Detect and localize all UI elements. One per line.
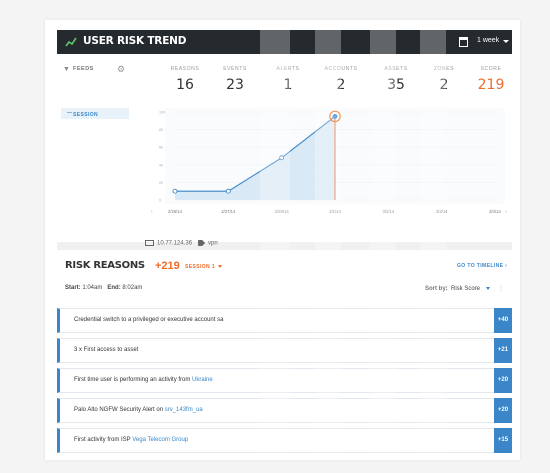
session-times: Start: 1:04am End: 8:02am: [65, 285, 143, 291]
header-title: USER RISK TREND: [83, 35, 187, 47]
go-to-timeline-link[interactable]: GO TO TIMELINE ›: [457, 263, 507, 269]
risk-reason-row[interactable]: 3 x First access to asset +21: [57, 338, 512, 363]
session-score: +219: [155, 260, 180, 272]
x-tick-label: 3/4/14: [489, 209, 501, 214]
more-icon[interactable]: ⋮: [498, 285, 504, 292]
reason-text: First time user is performing an activit…: [74, 377, 213, 383]
risk-reason-row[interactable]: Credential switch to a privileged or exe…: [57, 308, 512, 333]
risk-trend-chart: 0 20 40 60 80 100 2/26/14 2/27/14 2/28/14 3/1/14 3…: [151, 108, 507, 215]
user-risk-card: USER RISK TREND 1 week ▼ FEEDS ⚙ — SESSI…: [45, 20, 520, 460]
stat-value: 2: [336, 77, 346, 93]
monitor-icon: [145, 240, 154, 246]
stat-value: 23: [226, 77, 244, 93]
end-time: 8:02am: [122, 285, 143, 291]
reason-text: Credential switch to a privileged or exe…: [74, 317, 224, 323]
risk-reason-row[interactable]: First time user is performing an activit…: [57, 368, 512, 393]
sort-control[interactable]: Sort by: Risk Score ⋮: [425, 285, 504, 292]
gear-icon[interactable]: ⚙: [117, 64, 125, 75]
start-time: 1:04am: [82, 285, 103, 291]
reason-text: First activity from ISP Vega Telecom Gro…: [74, 437, 189, 443]
y-tick-label: 100: [159, 111, 165, 115]
country-link[interactable]: Ukraine: [192, 377, 213, 383]
stat-score: SCORE 219: [461, 66, 520, 93]
risk-reasons-title: RISK REASONS: [65, 260, 145, 271]
section-divider: [57, 242, 512, 250]
highlight-point: [332, 114, 338, 119]
time-range-select[interactable]: 1 week: [477, 37, 499, 44]
reason-text: Palo Alto NGFW Security Alert on srv_143…: [74, 407, 203, 413]
session-label: — SESSION: [67, 110, 99, 118]
asset-link[interactable]: srv_143fm_ua: [165, 407, 203, 413]
stat-key: SCORE: [480, 66, 502, 72]
stat-key: ACCOUNTS: [324, 66, 358, 72]
x-tick-label: 2/26/14: [168, 209, 183, 214]
reason-points: +15: [494, 428, 512, 453]
tag-label: vpn: [208, 240, 218, 247]
feeds-label: FEEDS: [73, 66, 94, 72]
y-tick-label: 0: [159, 199, 161, 203]
chevron-down-icon[interactable]: [486, 286, 491, 290]
y-tick-label: 80: [159, 128, 163, 132]
x-tick-label: 2/28/14: [275, 209, 290, 214]
axis-arrow-left: ‹: [151, 209, 153, 215]
reason-points: +21: [494, 338, 512, 363]
filter-icon[interactable]: ▼: [63, 66, 70, 73]
feeds-panel: ▼ FEEDS ⚙ — SESSION: [57, 54, 135, 214]
x-tick-label: 3/1/14: [329, 209, 341, 214]
reason-points: +20: [494, 398, 512, 423]
data-point: [225, 188, 231, 194]
feed-item-session[interactable]: — SESSION: [61, 108, 129, 119]
x-tick-label: 3/3/14: [436, 209, 448, 214]
reason-text: 3 x First access to asset: [74, 347, 139, 353]
y-tick-label: 40: [159, 163, 163, 167]
reason-points: +20: [494, 368, 512, 393]
x-tick-label: 3/2/14: [383, 209, 395, 214]
stat-events: EVENTS 23: [205, 66, 265, 93]
tag-icon: [198, 240, 206, 246]
stat-key: EVENTS: [223, 66, 247, 72]
ip-address: 10.77.124.36: [157, 240, 193, 247]
stat-alerts: ALERTS 1: [258, 66, 318, 93]
stat-accounts: ACCOUNTS 2: [311, 66, 371, 93]
trend-icon: [65, 37, 77, 47]
isp-link[interactable]: Vega Telecom Group: [132, 437, 188, 443]
stat-key: ALERTS: [276, 66, 300, 72]
y-tick-label: 20: [159, 181, 163, 185]
data-point: [279, 155, 285, 161]
reason-points: +40: [494, 308, 512, 333]
session-select[interactable]: SESSION 1: [185, 264, 222, 270]
stat-value: 1: [283, 77, 293, 93]
sort-value[interactable]: Risk Score: [451, 286, 480, 292]
stat-value: 219: [477, 77, 505, 93]
chevron-down-icon[interactable]: [503, 40, 509, 43]
data-point: [172, 188, 178, 194]
axis-arrow-right: ›: [505, 209, 507, 215]
x-tick-label: 2/27/14: [221, 209, 236, 214]
risk-reason-row[interactable]: First activity from ISP Vega Telecom Gro…: [57, 428, 512, 453]
session-meta: 10.77.124.36 vpn: [145, 240, 218, 247]
y-tick-label: 60: [159, 146, 163, 150]
risk-reason-row[interactable]: Palo Alto NGFW Security Alert on srv_143…: [57, 398, 512, 423]
calendar-icon[interactable]: [459, 37, 468, 47]
header-bar: USER RISK TREND 1 week: [57, 30, 512, 54]
